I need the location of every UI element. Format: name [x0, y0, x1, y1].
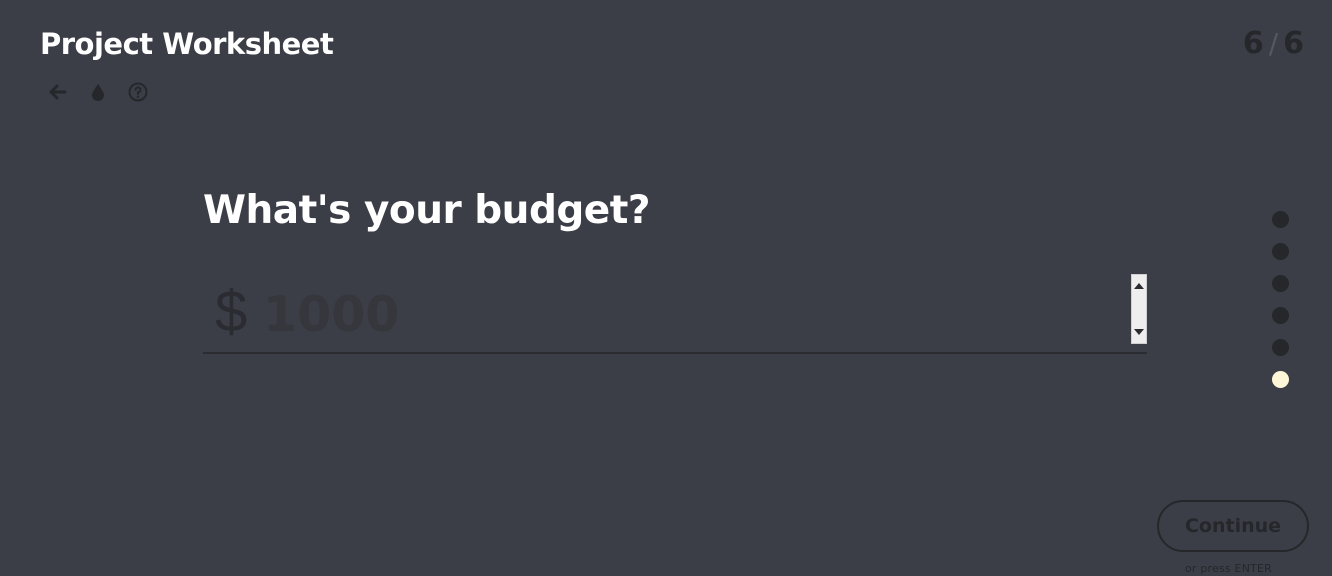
question-title: What's your budget?: [203, 188, 651, 233]
progress-dots: [1272, 211, 1289, 403]
step-counter: 6 / 6: [1243, 26, 1304, 61]
number-spinner: [1131, 274, 1147, 344]
step-separator: /: [1268, 27, 1279, 60]
progress-dot[interactable]: [1272, 339, 1289, 356]
decrement-button[interactable]: [1132, 321, 1146, 343]
theme-drop-icon: [92, 84, 104, 101]
progress-dot[interactable]: [1272, 275, 1289, 292]
progress-dot[interactable]: [1272, 307, 1289, 324]
chevron-down-icon: [1134, 329, 1144, 335]
budget-input[interactable]: [263, 272, 1123, 352]
back-button[interactable]: [46, 80, 70, 104]
budget-field: $: [203, 272, 1147, 354]
chevron-up-icon: [1134, 283, 1144, 289]
increment-button[interactable]: [1132, 275, 1146, 297]
help-button[interactable]: [126, 80, 150, 104]
app-title: Project Worksheet: [40, 27, 334, 61]
step-total: 6: [1283, 26, 1304, 61]
continue-button[interactable]: Continue: [1157, 500, 1309, 552]
progress-dot[interactable]: [1272, 211, 1289, 228]
toolbar: [46, 80, 166, 104]
theme-button[interactable]: [86, 80, 110, 104]
back-arrow-icon: [49, 84, 67, 100]
help-icon: [128, 82, 148, 102]
currency-symbol: $: [215, 279, 248, 344]
worksheet-app: Project Worksheet 6 / 6 What's your budg…: [0, 0, 1332, 576]
progress-dot-active[interactable]: [1272, 371, 1289, 388]
enter-hint: or press ENTER: [1185, 562, 1273, 575]
step-current: 6: [1242, 26, 1264, 61]
progress-dot[interactable]: [1272, 243, 1289, 260]
